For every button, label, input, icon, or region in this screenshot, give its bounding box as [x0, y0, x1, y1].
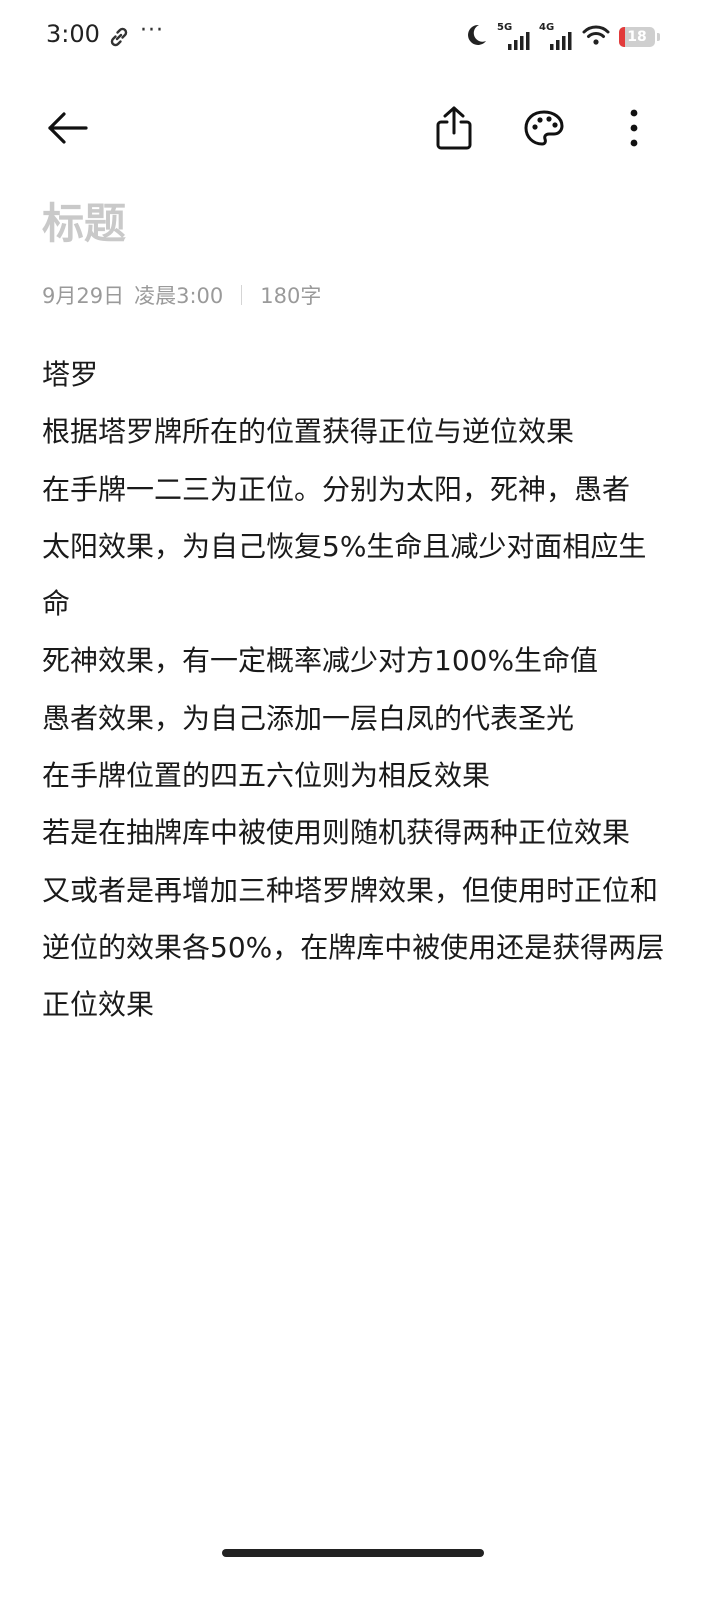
wifi-icon [581, 24, 611, 50]
status-indicators: 5G 4G 18 [463, 22, 660, 52]
note-line: 塔罗 [42, 358, 99, 391]
more-options-button[interactable] [606, 100, 662, 156]
note-line: 在手牌一二三为正位。分别为太阳，死神，愚者 [42, 472, 631, 506]
note-line: 又或者是再增加三种塔罗牌效果，但使用时正位和逆位的效果各50%，在牌库中被使用还… [42, 873, 665, 1022]
battery-percent: 18 [627, 29, 647, 45]
note-line: 若是在抽牌库中被使用则随机获得两种正位效果 [42, 816, 631, 850]
note-toolbar [0, 90, 720, 160]
share-button[interactable] [426, 100, 482, 156]
note-body-editor[interactable]: 塔罗 根据塔罗牌所在的位置获得正位与逆位效果 在手牌一二三为正位。分别为太阳，死… [42, 346, 672, 1034]
note-line: 太阳效果，为自己恢复5%生命且减少对面相应生命 [42, 529, 647, 621]
palette-icon [524, 110, 564, 146]
link-icon [106, 24, 132, 50]
battery-cap [657, 33, 660, 41]
more-status-icon: ··· [140, 18, 164, 43]
more-vertical-icon [630, 109, 638, 147]
battery-icon: 18 [619, 27, 655, 47]
word-count: 180字 [260, 284, 322, 308]
share-icon [436, 106, 472, 150]
theme-button[interactable] [516, 100, 572, 156]
note-line: 根据塔罗牌所在的位置获得正位与逆位效果 [42, 415, 575, 449]
note-time: 凌晨3:00 [134, 284, 224, 308]
status-time: 3:00 [46, 20, 100, 48]
back-button[interactable] [40, 100, 96, 156]
note-line: 死神效果，有一定概率减少对方100%生命值 [42, 644, 599, 678]
status-bar: 3:00 ··· 5G 4G 18 [0, 0, 720, 74]
note-date: 9月29日 [42, 284, 125, 308]
note-line: 在手牌位置的四五六位则为相反效果 [42, 759, 491, 793]
note-editor-screen: 3:00 ··· 5G 4G 18 标题 9月29日 凌晨3:00 180字 塔… [0, 0, 720, 1601]
moon-icon [463, 22, 489, 52]
back-arrow-icon [48, 112, 88, 144]
meta-divider [241, 285, 243, 305]
signal-4g-icon: 4G [539, 22, 573, 50]
note-title-input[interactable]: 标题 [42, 190, 126, 251]
note-meta: 9月29日 凌晨3:00 180字 [42, 280, 321, 310]
note-line: 愚者效果，为自己添加一层白凤的代表圣光 [42, 701, 575, 735]
home-indicator[interactable] [222, 1549, 484, 1557]
signal-5g-icon: 5G [497, 22, 531, 50]
